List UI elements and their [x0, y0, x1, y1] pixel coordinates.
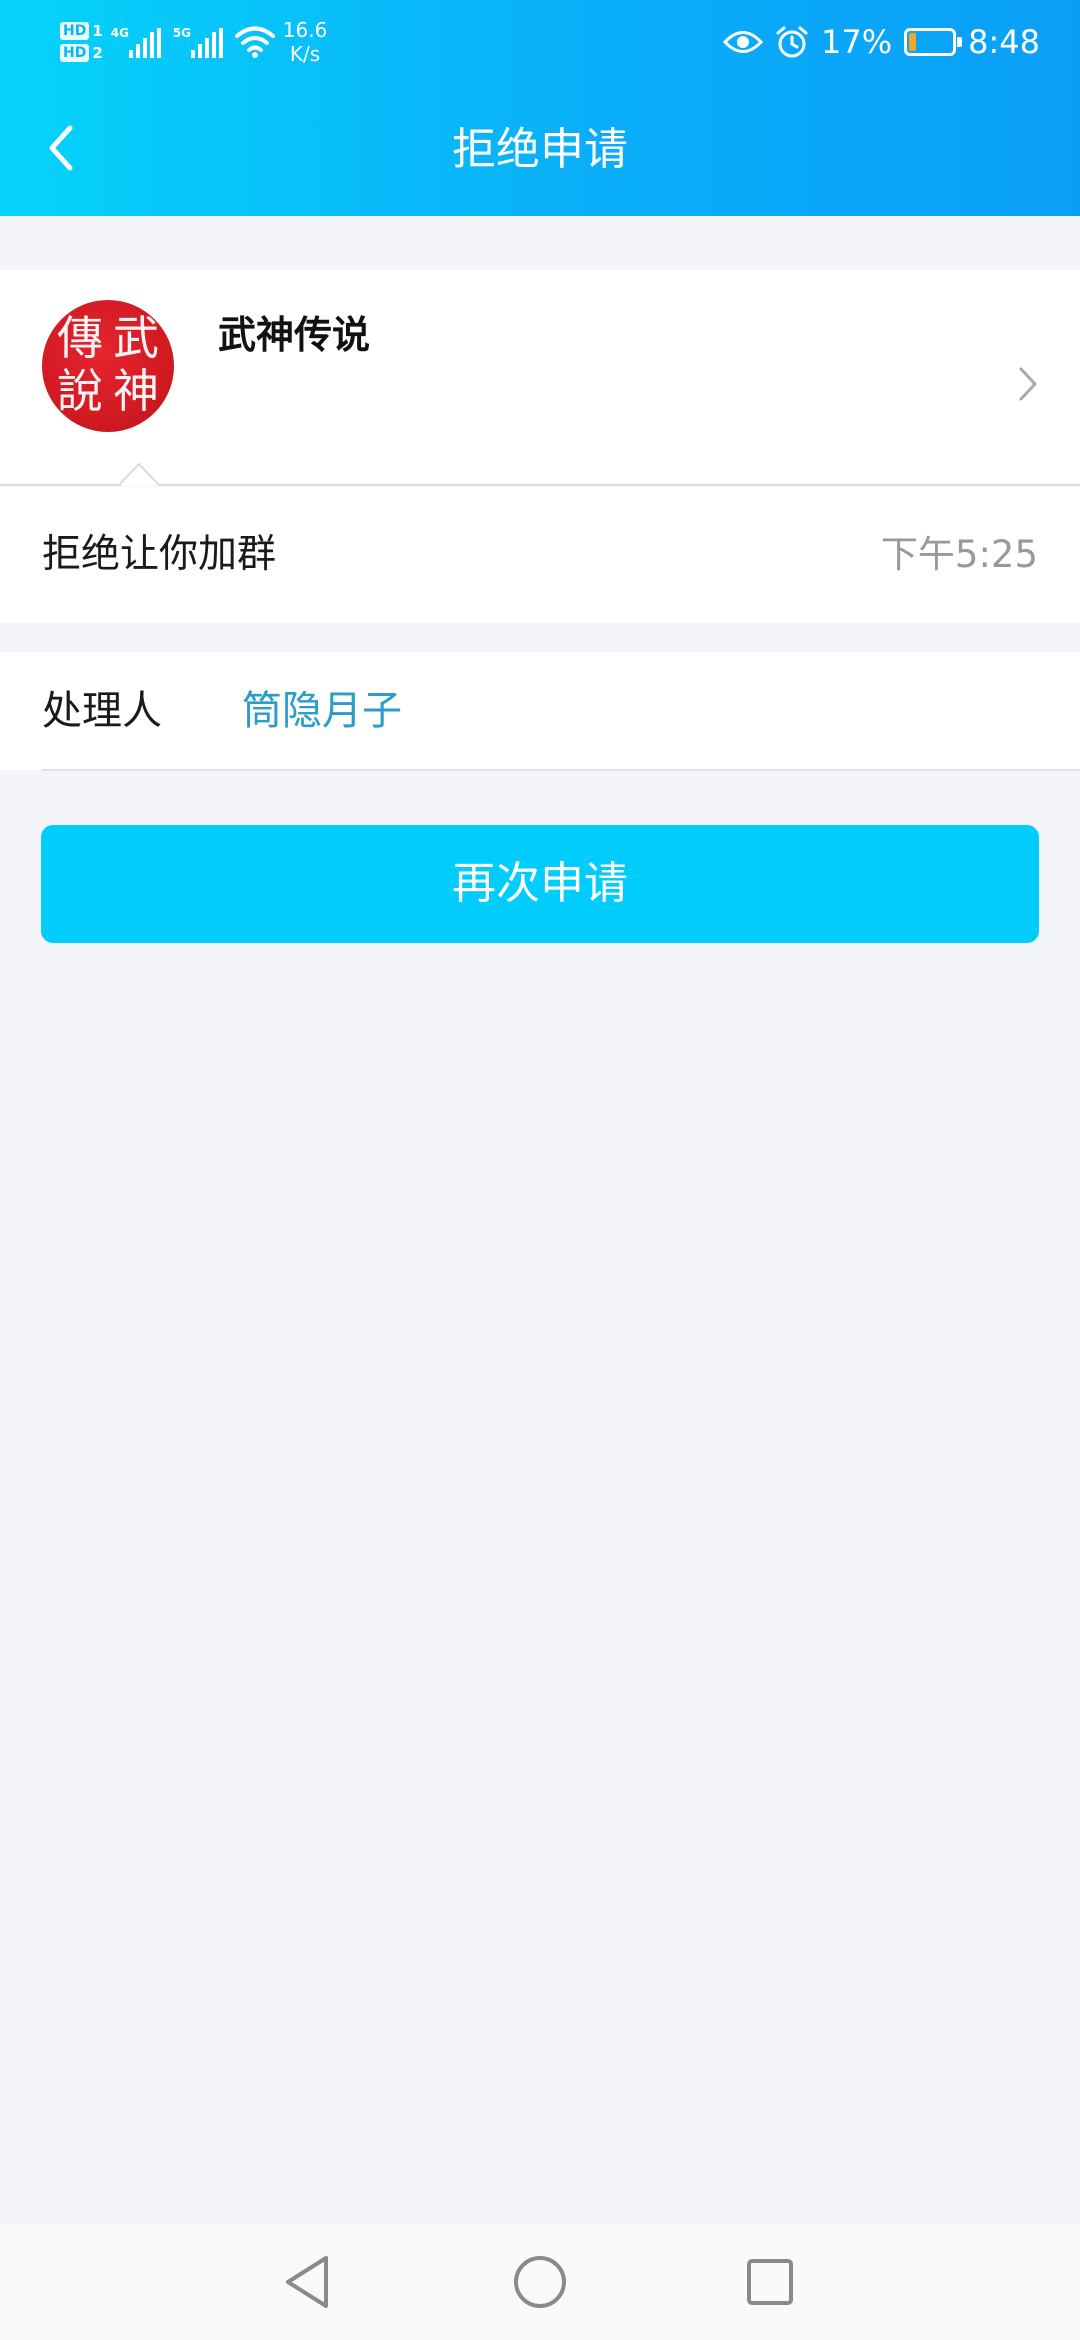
- pointer-notch-icon: [119, 462, 159, 486]
- status-bar: HD 1 HD 2 4G 5G 16.6 K/s 17% 8:48: [0, 0, 1080, 82]
- handler-label: 处理人: [42, 688, 162, 734]
- rejection-message: 拒绝让你加群: [42, 532, 277, 577]
- message-row: 拒绝让你加群 下午5:25: [0, 487, 1080, 623]
- speed-value: 16.6: [282, 18, 328, 42]
- sim2-number: 2: [92, 44, 103, 62]
- speed-unit: K/s: [289, 42, 321, 66]
- battery-percent: 17%: [821, 23, 893, 61]
- nav-recents-button[interactable]: [738, 2250, 802, 2314]
- sim1-number: 1: [92, 22, 103, 40]
- network1-label: 4G: [110, 26, 129, 40]
- avatar-char: 武: [113, 311, 159, 365]
- group-avatar: 傳 武 說 神: [42, 300, 174, 432]
- avatar-char: 神: [113, 364, 159, 418]
- network1-signal: 4G: [111, 20, 167, 64]
- battery-level: [909, 33, 917, 51]
- sim1-indicator: HD 1: [60, 22, 103, 40]
- sim2-indicator: HD 2: [60, 44, 103, 62]
- chevron-right-icon: [1019, 367, 1037, 401]
- signal-icon: [128, 28, 161, 58]
- handler-name-link[interactable]: 筒隐月子: [242, 684, 402, 738]
- nav-back-button[interactable]: [275, 2250, 339, 2314]
- status-left: HD 1 HD 2 4G 5G 16.6 K/s: [60, 12, 327, 72]
- avatar-char: 說: [57, 364, 103, 418]
- system-nav-bar: [0, 2224, 1080, 2340]
- wifi-icon: [234, 26, 275, 58]
- group-info-card[interactable]: 傳 武 說 神 武神传说: [0, 270, 1080, 486]
- network-speed: 16.6 K/s: [283, 18, 328, 66]
- recents-square-icon: [747, 2259, 793, 2305]
- eye-icon: [723, 31, 764, 53]
- sim-indicators: HD 1 HD 2: [60, 22, 103, 62]
- page-title: 拒绝申请: [452, 124, 628, 175]
- alarm-icon: [776, 26, 808, 58]
- signal-icon: [190, 28, 223, 58]
- avatar-char: 傳: [57, 311, 103, 365]
- sim2-hd-badge: HD: [60, 44, 90, 62]
- handler-divider: [42, 769, 1080, 771]
- message-time: 下午5:25: [880, 533, 1038, 576]
- back-triangle-icon: [286, 2256, 328, 2308]
- handler-row: 处理人 筒隐月子: [0, 652, 1080, 771]
- group-name: 武神传说: [218, 313, 371, 357]
- network2-label: 5G: [172, 26, 191, 40]
- sim1-hd-badge: HD: [60, 22, 90, 40]
- network2-signal: 5G: [173, 20, 229, 64]
- home-circle-icon: [514, 2256, 566, 2308]
- status-right: 17% 8:48: [723, 12, 1040, 72]
- nav-home-button[interactable]: [508, 2250, 572, 2314]
- battery-icon: [904, 28, 963, 56]
- header-bar: HD 1 HD 2 4G 5G 16.6 K/s 17% 8:48 拒绝申请: [0, 0, 1080, 216]
- card-divider: [0, 484, 1080, 486]
- clock-time: 8:48: [968, 23, 1040, 61]
- reapply-button[interactable]: 再次申请: [41, 825, 1039, 943]
